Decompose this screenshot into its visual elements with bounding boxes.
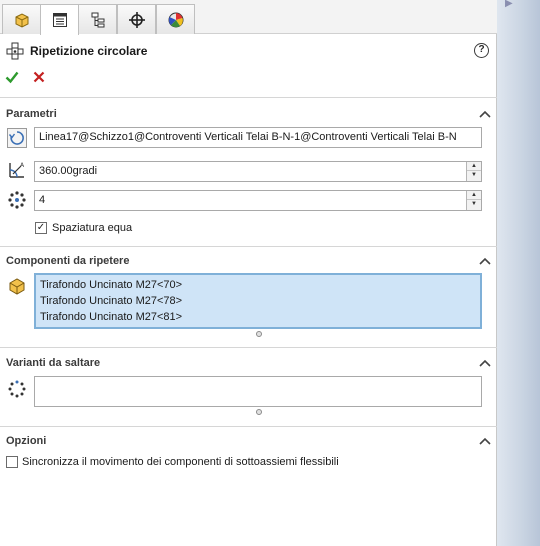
section-title-varianti: Varianti da saltare [6, 357, 101, 369]
list-resize-handle[interactable] [256, 331, 262, 337]
angle-value: 360.00gradi [39, 165, 98, 177]
property-manager-panel: Ripetizione circolare ? Parametri Linea1… [0, 0, 497, 546]
angle-field[interactable]: 360.00gradi ▲ ▼ [34, 161, 482, 182]
section-divider [0, 347, 497, 348]
tab-configurationmanager[interactable] [78, 4, 117, 34]
graphics-viewport[interactable]: ▶ [497, 0, 540, 546]
axis-selection-field[interactable]: Linea17@Schizzo1@Controventi Verticali T… [34, 127, 482, 148]
component-icon [9, 278, 25, 295]
equal-spacing-checkbox[interactable]: ✓ [35, 222, 47, 234]
section-divider [0, 97, 497, 98]
list-item[interactable]: Tirafondo Uncinato M27<81> [40, 309, 476, 325]
skip-instances-list[interactable] [34, 376, 482, 407]
collapse-parametri-icon[interactable] [478, 109, 492, 119]
rotation-axis-icon[interactable] [7, 128, 27, 148]
list-item[interactable]: Tirafondo Uncinato M27<70> [40, 277, 476, 293]
tab-propertymanager[interactable] [40, 4, 79, 35]
tab-displaymanager[interactable] [156, 4, 195, 34]
skip-instances-icon [8, 380, 26, 398]
tab-dimxpertmanager[interactable] [117, 4, 156, 34]
page-title: Ripetizione circolare [30, 44, 148, 58]
tab-featuremanager[interactable] [2, 4, 41, 34]
section-title-parametri: Parametri [6, 108, 57, 120]
circular-pattern-icon [6, 42, 24, 60]
equal-spacing-label: Spaziatura equa [52, 222, 133, 234]
collapse-opzioni-icon[interactable] [478, 436, 492, 446]
section-divider [0, 246, 497, 247]
sync-flexible-checkbox[interactable] [6, 456, 18, 468]
dimxpert-icon [128, 11, 145, 28]
components-list[interactable]: Tirafondo Uncinato M27<70> Tirafondo Unc… [34, 273, 482, 329]
manager-tab-bar [0, 0, 497, 35]
help-icon[interactable]: ? [474, 43, 489, 58]
section-divider [0, 426, 497, 427]
propertymanager-icon [52, 13, 67, 27]
instances-value: 4 [39, 194, 46, 206]
instances-spinner[interactable]: ▲ ▼ [466, 191, 481, 210]
displaymanager-icon [168, 12, 183, 27]
sync-flexible-label: Sincronizza il movimento dei componenti … [22, 456, 339, 468]
section-title-componenti: Componenti da ripetere [6, 255, 130, 267]
list-item[interactable]: Tirafondo Uncinato M27<78> [40, 293, 476, 309]
ok-button[interactable] [5, 70, 19, 84]
instances-icon [8, 191, 26, 209]
collapse-componenti-icon[interactable] [478, 256, 492, 266]
collapse-varianti-icon[interactable] [478, 358, 492, 368]
angle-icon: A [9, 162, 25, 178]
section-title-opzioni: Opzioni [6, 435, 47, 447]
list-resize-handle[interactable] [256, 409, 262, 415]
feature-title-row: Ripetizione circolare ? [6, 42, 491, 62]
viewport-expand-icon[interactable]: ▶ [505, 0, 513, 9]
instances-field[interactable]: 4 ▲ ▼ [34, 190, 482, 211]
cancel-button[interactable] [32, 70, 46, 84]
angle-spinner[interactable]: ▲ ▼ [466, 162, 481, 181]
svg-text:A: A [20, 162, 25, 169]
configurationmanager-icon [91, 12, 104, 27]
featuremanager-icon [15, 12, 28, 28]
